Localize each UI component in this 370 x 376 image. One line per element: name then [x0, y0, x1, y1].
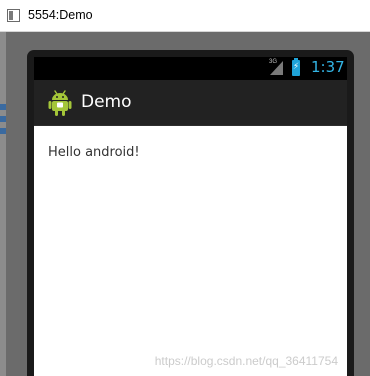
emulator-title-bar[interactable]: 5554:Demo — [0, 0, 370, 32]
hello-textview: Hello android! — [48, 145, 140, 160]
activity-content: Hello android! https://blog.csdn.net/qq_… — [34, 126, 347, 376]
watermark: https://blog.csdn.net/qq_36411754 — [154, 354, 338, 368]
signal-strength-icon — [270, 61, 283, 75]
background-window-marks — [0, 104, 6, 134]
android-robot-svg — [48, 90, 72, 116]
android-robot-icon[interactable] — [48, 89, 72, 117]
window-app-icon — [7, 9, 20, 22]
window-title: 5554:Demo — [28, 8, 93, 22]
action-bar: Demo — [34, 80, 347, 126]
battery-charging-icon — [292, 58, 300, 76]
background-window-edge — [0, 32, 6, 376]
app-title: Demo — [81, 92, 132, 112]
status-clock: 1:37 — [311, 58, 345, 76]
status-bar: 3G 1:37 — [34, 57, 347, 80]
